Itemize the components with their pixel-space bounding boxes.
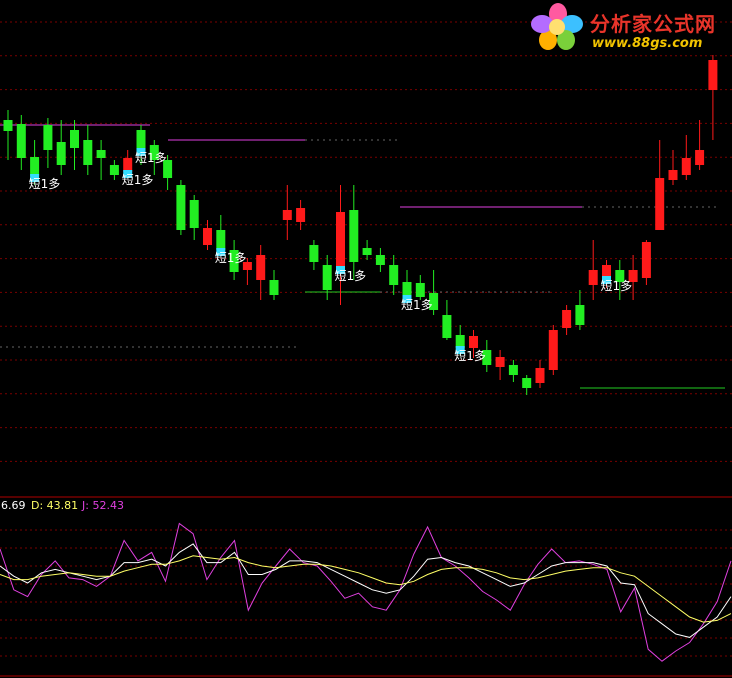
candle-body <box>256 255 266 280</box>
site-logo: 分析家公式网 www.88gs.com <box>530 2 730 56</box>
signal-label: 短1多 <box>401 298 433 312</box>
candle-body <box>708 60 718 90</box>
candle-body <box>282 210 292 220</box>
candle-body <box>562 310 572 328</box>
logo-name: 分析家公式网 <box>590 12 716 36</box>
stock-chart: 短1多 短1多短1多短1多短1多短1多短1多短1多 <box>0 21 732 677</box>
candle-body <box>176 185 186 230</box>
signal-label: 短1多 <box>29 177 61 191</box>
kdj-line-j <box>0 522 732 662</box>
candle-body <box>402 282 412 297</box>
candle-body <box>136 130 146 150</box>
candle-body <box>109 165 119 175</box>
candle-body <box>70 130 79 148</box>
signal-label: 短1多 <box>454 349 486 363</box>
reference-lines <box>0 124 725 389</box>
candle-body <box>415 283 425 297</box>
logo-url: www.88gs.com <box>592 36 703 51</box>
candle-body <box>189 200 199 228</box>
signal-label: 短1多 <box>122 173 154 187</box>
candle-body <box>575 305 585 325</box>
candle-body <box>83 140 93 165</box>
candle-body <box>43 125 53 150</box>
candle-body <box>522 378 532 388</box>
signal-label: 短1多 <box>215 251 247 265</box>
candle-body <box>375 255 385 265</box>
candle-body <box>508 365 518 375</box>
candle-body <box>322 265 332 290</box>
candle-body <box>96 150 106 158</box>
candle-body <box>655 178 665 230</box>
candle-body <box>336 212 345 268</box>
candle-body <box>641 242 651 278</box>
candle-body <box>469 336 478 348</box>
signal-labels: 短1多 短1多短1多短1多短1多短1多短1多短1多 <box>29 148 633 363</box>
signal-label: 短1多 <box>335 269 367 283</box>
candle-body <box>681 158 691 175</box>
kdj-line-k <box>0 543 732 638</box>
candle-body <box>16 124 26 158</box>
candle-body <box>695 150 705 165</box>
candle-body <box>588 270 598 285</box>
signal-label: 短1多 <box>135 151 167 165</box>
candle-body <box>56 142 66 165</box>
candle-body <box>123 158 133 172</box>
candle-body <box>349 210 359 262</box>
candle-body <box>442 315 452 338</box>
kdj-indicator <box>0 522 732 662</box>
candle-body <box>309 245 319 262</box>
k-value-label: 6.69 <box>1 499 26 512</box>
candle-body <box>668 170 678 180</box>
signal-label: 短1多 <box>601 279 633 293</box>
candle-body <box>389 265 399 285</box>
candle-body <box>216 230 226 250</box>
d-value-label: D: 43.81 <box>31 499 79 512</box>
candle-body <box>3 120 13 131</box>
candle-body <box>30 157 40 176</box>
candle-body <box>362 248 372 255</box>
j-value-label: J: 52.43 <box>82 499 124 512</box>
candle-body <box>203 228 212 245</box>
candle-body <box>535 368 545 383</box>
candle-body <box>269 280 279 295</box>
flower-logo-icon <box>531 3 583 50</box>
candle-body <box>296 208 306 222</box>
price-grid <box>0 21 732 657</box>
candle-body <box>495 357 505 367</box>
candle-body <box>548 330 558 370</box>
